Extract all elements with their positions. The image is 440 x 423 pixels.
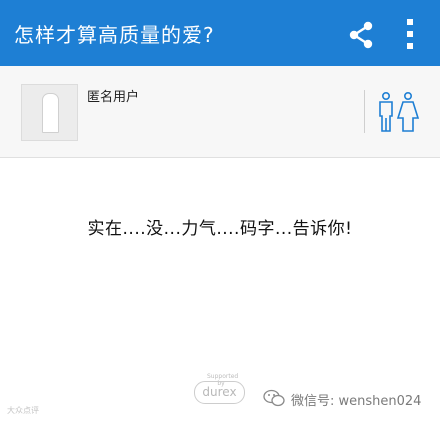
header-divider	[364, 90, 365, 133]
share-icon[interactable]	[346, 20, 376, 50]
app-bar: 怎样才算高质量的爱?	[0, 0, 440, 66]
male-female-icon	[379, 91, 420, 132]
avatar[interactable]	[21, 84, 78, 141]
wechat-icon	[263, 389, 285, 407]
watermark-left: 大众点评	[7, 406, 39, 415]
anonymous-avatar-icon	[42, 93, 59, 133]
author-name[interactable]: 匿名用户	[87, 86, 139, 105]
more-vertical-icon[interactable]	[402, 17, 418, 51]
answer-header: 匿名用户	[0, 66, 440, 158]
answer-text: 实在....没...力气....码字...告诉你!	[87, 219, 353, 239]
sponsor-logo: durex	[194, 381, 245, 404]
watermark-right: 微信号: wenshen024	[291, 394, 422, 409]
page-title: 怎样才算高质量的爱?	[14, 23, 215, 47]
